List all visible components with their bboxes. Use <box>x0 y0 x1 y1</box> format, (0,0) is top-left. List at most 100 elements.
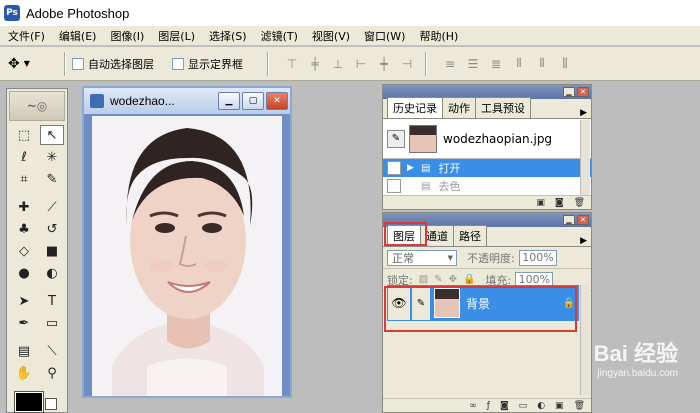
magic-wand-tool-icon[interactable]: ✳ <box>40 147 64 167</box>
brush-tool-icon[interactable]: ⟋ <box>40 197 64 217</box>
link-layers-icon[interactable]: ∞ <box>469 401 477 411</box>
new-layer-icon[interactable]: ▣ <box>555 401 564 411</box>
layer-mask-icon[interactable]: ◙ <box>500 401 509 411</box>
panel-minimize-button[interactable]: ▁ <box>563 215 575 225</box>
distribute-vcenter-icon[interactable]: ☰ <box>462 55 484 73</box>
marquee-tool-icon[interactable]: ⬚ <box>12 125 36 145</box>
foreground-color-swatch[interactable] <box>14 391 44 413</box>
layers-scrollbar[interactable] <box>580 285 590 395</box>
history-step[interactable]: ▤ 去色 <box>383 177 591 195</box>
history-step-checkbox[interactable] <box>387 161 401 175</box>
hand-tool-icon[interactable]: ✋ <box>12 363 36 383</box>
history-snapshot[interactable]: ✎ wodezhaopian.jpg <box>383 119 591 159</box>
menu-view[interactable]: 视图(V) <box>312 28 350 44</box>
gradient-tool-icon[interactable]: ■ <box>40 241 64 261</box>
panel-minimize-button[interactable]: ▁ <box>563 87 575 97</box>
move-tool-icon[interactable]: ↖ <box>40 125 64 145</box>
show-bounds-checkbox-box[interactable] <box>172 57 184 70</box>
align-right-icon[interactable]: ⊣ <box>396 55 418 73</box>
panel-close-button[interactable]: ✕ <box>577 215 589 225</box>
layer-row-background[interactable]: 👁 ✎ 背景 🔒 <box>387 285 579 321</box>
pen-tool-icon[interactable]: ✒ <box>12 313 36 333</box>
eye-icon[interactable]: 👁 <box>388 286 410 320</box>
minimize-button[interactable]: ▁ <box>218 92 240 110</box>
menu-edit[interactable]: 编辑(E) <box>59 28 97 44</box>
tab-tool-presets[interactable]: 工具预设 <box>475 97 531 118</box>
adjustment-layer-icon[interactable]: ◐ <box>537 401 545 411</box>
eyedropper-tool-icon[interactable]: ⟍ <box>40 341 64 361</box>
tab-history[interactable]: 历史记录 <box>387 97 443 118</box>
zoom-tool-icon[interactable]: ⚲ <box>40 363 64 383</box>
opacity-field[interactable]: 100% <box>518 249 557 266</box>
tab-paths[interactable]: 路径 <box>453 225 487 246</box>
notes-tool-icon[interactable]: ▤ <box>12 341 36 361</box>
trash-icon[interactable]: 🗑 <box>574 198 585 208</box>
trash-icon[interactable]: 🗑 <box>574 401 585 411</box>
distribute-left-icon[interactable]: ⫴ <box>508 55 530 73</box>
tab-actions[interactable]: 动作 <box>442 97 476 118</box>
shape-tool-icon[interactable]: ▭ <box>40 313 64 333</box>
menu-help[interactable]: 帮助(H) <box>419 28 458 44</box>
layer-style-icon[interactable]: ƒ <box>487 401 490 411</box>
show-bounding-box-checkbox[interactable]: 显示定界框 <box>172 56 243 72</box>
blur-tool-icon[interactable]: ● <box>12 263 36 283</box>
history-scrollbar[interactable] <box>580 120 590 195</box>
path-selection-tool-icon[interactable]: ➤ <box>12 291 36 311</box>
history-step-checkbox[interactable] <box>387 179 401 193</box>
toolbox-separator <box>12 285 64 289</box>
lock-all-icon[interactable]: 🔒 <box>463 274 475 285</box>
new-snapshot-icon[interactable]: ◙ <box>555 198 564 208</box>
align-top-icon[interactable]: ⊤ <box>281 55 303 73</box>
healing-brush-tool-icon[interactable]: ✚ <box>12 197 36 217</box>
align-left-icon[interactable]: ⊢ <box>350 55 372 73</box>
image-canvas[interactable] <box>92 116 282 396</box>
distribute-bottom-icon[interactable]: ≣ <box>485 55 507 73</box>
panel-close-button[interactable]: ✕ <box>577 87 589 97</box>
align-bottom-icon[interactable]: ⊥ <box>327 55 349 73</box>
distribute-right-icon[interactable]: ⫼ <box>554 55 576 73</box>
history-brush-tool-icon[interactable]: ↺ <box>40 219 64 239</box>
blend-mode-select[interactable]: 正常 ▼ <box>387 249 457 266</box>
layers-panel: ▁ ✕ 图层 通道 路径 ▶ 正常 ▼ 不透明度: 100% 锁定: ▨ ✎ ✥… <box>382 212 592 413</box>
auto-select-checkbox-box[interactable] <box>72 57 84 70</box>
panel-menu-icon[interactable]: ▶ <box>580 108 587 118</box>
tool-preset-picker[interactable]: ✥ ▼ <box>8 56 58 72</box>
distribute-top-icon[interactable]: ≡ <box>439 55 461 73</box>
close-button[interactable]: ✕ <box>266 92 288 110</box>
document-titlebar[interactable]: wodezhao... ▁ ▢ ✕ <box>84 88 290 114</box>
auto-select-layer-checkbox[interactable]: 自动选择图层 <box>72 56 154 72</box>
lock-position-icon[interactable]: ✥ <box>449 274 457 285</box>
eraser-tool-icon[interactable]: ◇ <box>12 241 36 261</box>
menu-select[interactable]: 选择(S) <box>209 28 247 44</box>
panel-menu-icon[interactable]: ▶ <box>580 236 587 246</box>
tab-layers[interactable]: 图层 <box>387 225 421 246</box>
tool-grid: ⬚ ↖ ℓ ✳ ⌗ ✎ ✚ ⟋ ♣ ↺ ◇ ■ ● ◐ ➤ T ✒ ▭ ▤ ⟍ … <box>7 123 67 383</box>
crop-tool-icon[interactable]: ⌗ <box>12 169 36 189</box>
menu-filter[interactable]: 滤镜(T) <box>261 28 298 44</box>
menu-window[interactable]: 窗口(W) <box>364 28 405 44</box>
layer-link-brush-icon[interactable]: ✎ <box>412 286 430 320</box>
new-document-from-state-icon[interactable]: ▣ <box>536 198 545 208</box>
watermark-subtext: jingyan.baidu.com <box>597 368 678 379</box>
lock-transparency-icon[interactable]: ▨ <box>419 274 428 285</box>
align-hcenter-icon[interactable]: ┿ <box>373 55 395 73</box>
menu-image[interactable]: 图像(I) <box>110 28 144 44</box>
slice-tool-icon[interactable]: ✎ <box>40 169 64 189</box>
history-panel-footer: ▣ ◙ 🗑 <box>383 195 591 209</box>
dodge-tool-icon[interactable]: ◐ <box>40 263 64 283</box>
maximize-button[interactable]: ▢ <box>242 92 264 110</box>
tab-channels[interactable]: 通道 <box>420 225 454 246</box>
history-brush-source-icon[interactable]: ✎ <box>387 129 405 148</box>
type-tool-icon[interactable]: T <box>40 291 64 311</box>
history-step[interactable]: ▶ ▤ 打开 <box>383 159 591 177</box>
align-vcenter-icon[interactable]: ╪ <box>304 55 326 73</box>
menu-file[interactable]: 文件(F) <box>8 28 45 44</box>
toolbox-header[interactable]: ~◎ <box>9 91 65 121</box>
new-group-icon[interactable]: ▭ <box>519 401 528 411</box>
lock-image-icon[interactable]: ✎ <box>434 274 442 285</box>
menu-layer[interactable]: 图层(L) <box>158 28 195 44</box>
distribute-hcenter-icon[interactable]: ⦀ <box>531 55 553 73</box>
lasso-tool-icon[interactable]: ℓ <box>12 147 36 167</box>
clone-stamp-tool-icon[interactable]: ♣ <box>12 219 36 239</box>
background-color-swatch[interactable] <box>45 398 57 410</box>
